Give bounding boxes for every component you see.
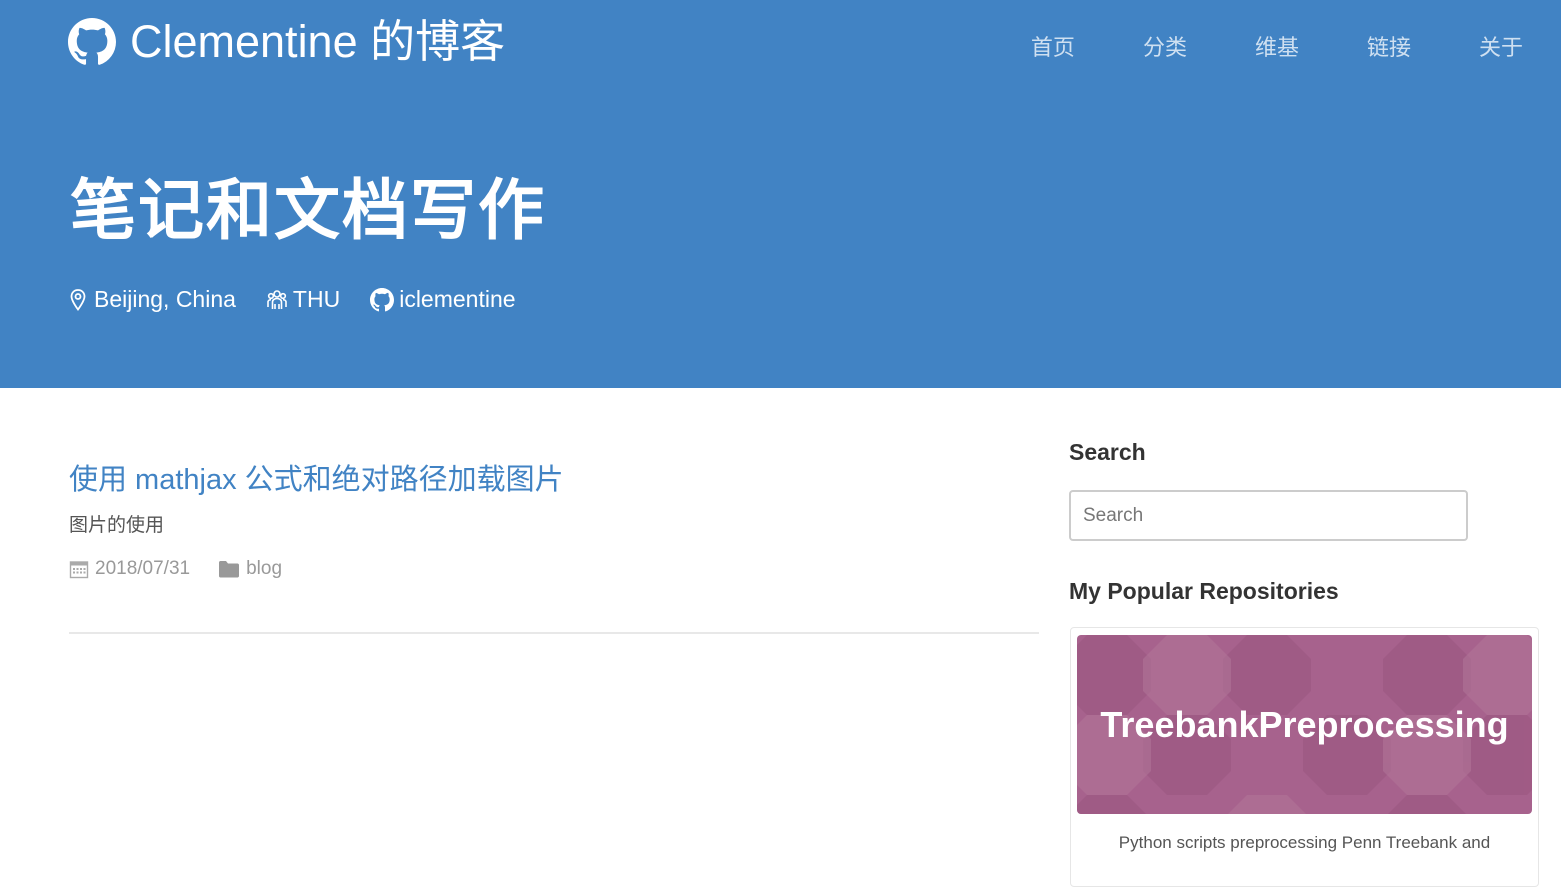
post-divider <box>69 632 1039 634</box>
github-profile-link[interactable]: iclementine <box>370 286 516 313</box>
organization-text: THU <box>292 286 341 312</box>
post-title-link[interactable]: 使用 mathjax 公式和绝对路径加载图片 <box>69 460 1039 500</box>
repo-banner[interactable]: TreebankPreprocessing <box>1077 635 1532 814</box>
post-category: blog <box>218 556 282 582</box>
nav-item-wiki[interactable]: 维基 <box>1255 30 1299 66</box>
folder-icon <box>219 561 240 578</box>
repos-heading: My Popular Repositories <box>1069 578 1339 604</box>
site-title: Clementine 的博客 <box>130 16 506 67</box>
post-date: 2018/07/31 <box>69 556 190 582</box>
post-date-text: 2018/07/31 <box>95 558 191 579</box>
repo-card: TreebankPreprocessing Python scripts pre… <box>1070 627 1539 887</box>
search-heading: Search <box>1069 439 1146 465</box>
nav-item-about[interactable]: 关于 <box>1479 30 1523 66</box>
github-icon <box>68 18 116 65</box>
main-nav: 首页 分类 维基 链接 关于 <box>963 30 1523 66</box>
nav-item-categories[interactable]: 分类 <box>1143 30 1187 66</box>
page-title: 笔记和文档写作 <box>70 173 546 247</box>
location-text: Beijing, China <box>94 286 236 312</box>
organization-item: THU <box>266 286 340 313</box>
repo-name: TreebankPreprocessing <box>1100 703 1509 745</box>
github-username: iclementine <box>399 286 516 312</box>
sidebar: Search My Popular Repositories <box>1069 436 1539 607</box>
profile-meta: Beijing, China THU iclementine <box>67 286 546 313</box>
post-list-item: 使用 mathjax 公式和绝对路径加载图片 图片的使用 2018/07/31 … <box>69 460 1039 582</box>
github-icon <box>370 287 395 311</box>
search-input[interactable] <box>1069 490 1468 541</box>
site-header: Clementine 的博客 首页 分类 维基 链接 关于 笔记和文档写作 Be… <box>0 0 1561 388</box>
nav-item-home[interactable]: 首页 <box>1031 30 1075 66</box>
site-brand-link[interactable]: Clementine 的博客 <box>68 16 505 68</box>
group-icon <box>267 289 287 309</box>
location-item: Beijing, China <box>67 286 236 313</box>
nav-item-links[interactable]: 链接 <box>1367 30 1411 66</box>
post-category-link[interactable]: blog <box>246 556 282 582</box>
post-subtitle: 图片的使用 <box>69 515 165 536</box>
map-pin-icon <box>70 288 86 311</box>
post-meta: 2018/07/31 blog <box>69 556 1039 582</box>
calendar-icon <box>69 561 89 579</box>
repo-description: Python scripts preprocessing Penn Treeba… <box>1118 833 1491 852</box>
